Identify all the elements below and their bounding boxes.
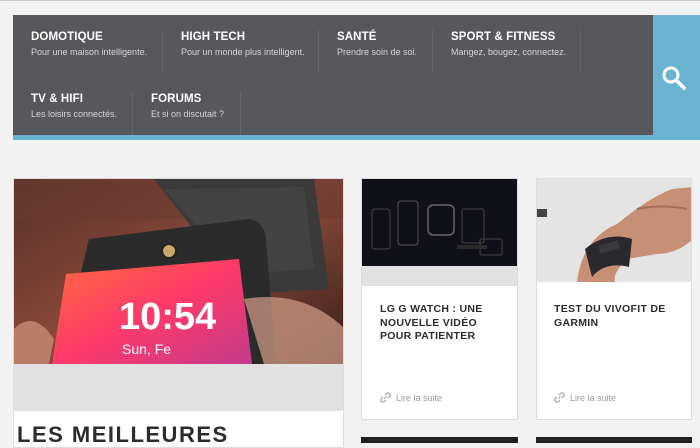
nav-item-forums[interactable]: FORUMS Et si on discutait ? bbox=[133, 92, 241, 134]
featured-title[interactable]: LES MEILLEURES bbox=[17, 422, 229, 448]
nav-item-subtitle: Mangez, bougez, connectez. bbox=[451, 47, 567, 57]
main-navigation: DOMOTIQUE Pour une maison intelligente. … bbox=[13, 15, 653, 140]
article-card[interactable]: LG G WATCH : UNE NOUVELLE VIDÉO POUR PAT… bbox=[361, 178, 518, 420]
watch-date: Sun, Fe bbox=[122, 341, 171, 357]
nav-item-title: SPORT & FITNESS bbox=[451, 31, 556, 43]
nav-item-sante[interactable]: SANTÉ Prendre soin de soi. bbox=[319, 30, 433, 72]
link-icon bbox=[554, 392, 565, 403]
nav-item-subtitle: Pour un monde plus intelligent. bbox=[181, 47, 305, 57]
search-button[interactable] bbox=[653, 15, 700, 140]
read-more-label: Lire la suite bbox=[396, 393, 443, 403]
vivofit-photo bbox=[537, 179, 691, 282]
link-icon bbox=[380, 392, 391, 403]
read-more-link[interactable]: Lire la suite bbox=[554, 392, 616, 403]
card-title[interactable]: TEST DU VIVOFIT DE GARMIN bbox=[554, 303, 679, 330]
watch-time: 10:54 bbox=[119, 296, 216, 338]
featured-article-card[interactable]: 10:54 Sun, Fe bbox=[13, 178, 344, 448]
nav-item-sport-fitness[interactable]: SPORT & FITNESS Mangez, bougez, connecte… bbox=[433, 30, 581, 72]
nav-item-title: FORUMS bbox=[151, 93, 202, 105]
nav-item-domotique[interactable]: DOMOTIQUE Pour une maison intelligente. bbox=[13, 30, 163, 72]
next-card-top bbox=[361, 437, 518, 443]
article-card[interactable]: TEST DU VIVOFIT DE GARMIN Lire la suite bbox=[536, 178, 692, 420]
featured-gray-band bbox=[14, 364, 343, 411]
nav-item-tv-hifi[interactable]: TV & HIFI Les loisirs connectés. bbox=[13, 92, 133, 134]
nav-item-subtitle: Prendre soin de soi. bbox=[337, 47, 418, 57]
nav-item-subtitle: Les loisirs connectés. bbox=[31, 109, 118, 119]
next-card-top bbox=[536, 437, 692, 443]
lg-g-watch-photo bbox=[362, 179, 517, 266]
nav-item-title: HIGH TECH bbox=[181, 31, 246, 43]
card-image bbox=[362, 179, 517, 266]
nav-item-high-tech[interactable]: HIGH TECH Pour un monde plus intelligent… bbox=[163, 30, 319, 72]
top-divider bbox=[0, 0, 700, 1]
nav-item-title: SANTÉ bbox=[337, 31, 377, 43]
nav-item-subtitle: Et si on discutait ? bbox=[151, 109, 225, 119]
read-more-label: Lire la suite bbox=[570, 393, 617, 403]
smartwatch-photo: 10:54 Sun, Fe bbox=[14, 179, 343, 364]
nav-item-title: DOMOTIQUE bbox=[31, 31, 103, 43]
card-title[interactable]: LG G WATCH : UNE NOUVELLE VIDÉO POUR PAT… bbox=[380, 303, 500, 344]
card-image bbox=[537, 179, 691, 282]
read-more-link[interactable]: Lire la suite bbox=[380, 392, 442, 403]
search-icon bbox=[662, 66, 686, 90]
featured-image: 10:54 Sun, Fe bbox=[14, 179, 343, 364]
card-gray-band bbox=[362, 266, 517, 286]
nav-item-subtitle: Pour une maison intelligente. bbox=[31, 47, 148, 57]
nav-item-title: TV & HIFI bbox=[31, 93, 84, 105]
